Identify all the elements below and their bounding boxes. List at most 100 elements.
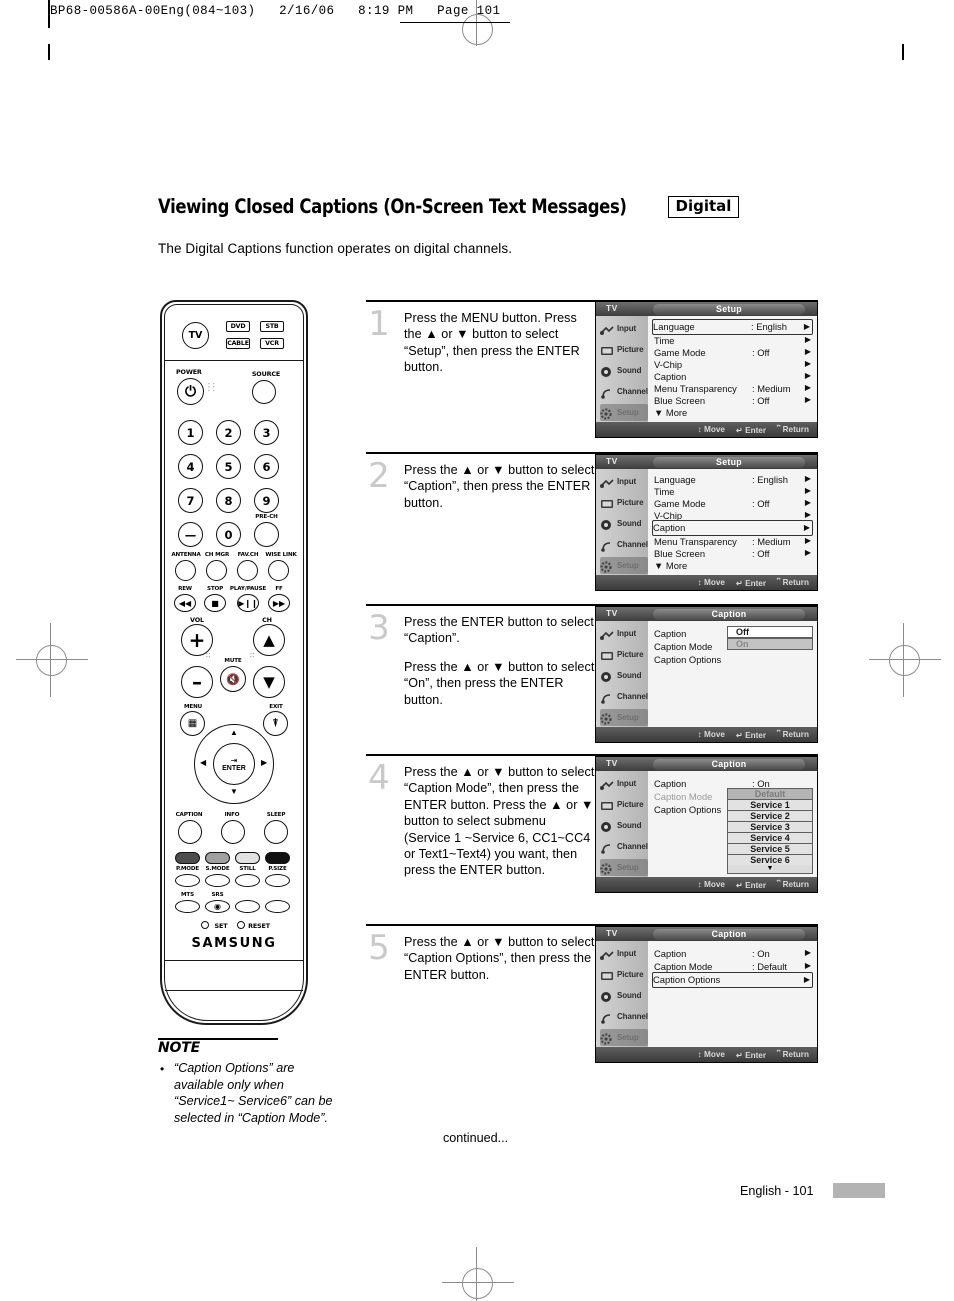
osd-sidebar-item-channel[interactable]: Channel [600, 688, 648, 705]
osd-row-language[interactable]: Language: English ▶ [652, 319, 813, 335]
remote-reset-button[interactable] [237, 921, 245, 929]
osd-sidebar-item-picture[interactable]: Picture [600, 646, 648, 663]
remote-psize-button[interactable] [265, 874, 290, 887]
remote-color-button-yellow[interactable] [235, 852, 260, 864]
osd-sidebar-item-setup[interactable]: Setup [600, 709, 648, 726]
remote-dpad-down-arrow[interactable]: ▼ [230, 788, 238, 796]
osd-option-service-6[interactable]: Service 6 [727, 854, 813, 866]
remote-caption-button[interactable] [178, 820, 202, 844]
remote-stop-button[interactable]: ■ [204, 594, 226, 612]
osd-sidebar-item-input[interactable]: Input [600, 625, 648, 642]
osd-sidebar-item-setup[interactable]: Setup [600, 404, 648, 421]
osd-row-transparency[interactable]: Menu Transparency: Medium ▶ [654, 535, 813, 547]
osd-sidebar-item-channel[interactable]: Channel [600, 536, 648, 553]
remote-num-3[interactable]: 3 [254, 420, 279, 445]
osd-sidebar-item-picture[interactable]: Picture [600, 966, 648, 983]
remote-prech-button[interactable] [254, 522, 279, 547]
osd-row-gamemode[interactable]: Game Mode: Off ▶ [654, 346, 813, 358]
osd-sidebar-item-sound[interactable]: Sound [600, 667, 648, 684]
osd-sidebar-item-channel[interactable]: Channel [600, 838, 648, 855]
remote-num-5[interactable]: 5 [216, 454, 241, 479]
remote-dvd-button[interactable]: DVD [226, 321, 250, 332]
osd-sidebar-item-setup[interactable]: Setup [600, 1029, 648, 1046]
remote-info-button[interactable] [221, 820, 245, 844]
osd-row-transparency[interactable]: Menu Transparency: Medium ▶ [654, 382, 813, 394]
remote-power-button[interactable]: ⏻ [177, 378, 204, 405]
remote-vcr-button[interactable]: VCR [260, 338, 284, 349]
osd-more-indicator[interactable]: ▼ More [654, 560, 687, 571]
remote-mts-button[interactable] [175, 900, 200, 913]
remote-num-8[interactable]: 8 [216, 488, 241, 513]
remote-mute-button[interactable]: 🔇 [220, 666, 246, 692]
remote-num-4[interactable]: 4 [178, 454, 203, 479]
osd-sidebar-item-sound[interactable]: Sound [600, 515, 648, 532]
osd-row-caption-mode[interactable]: Caption Mode: Default ▶ [654, 960, 813, 972]
osd-more-indicator[interactable]: ▼ More [654, 407, 687, 418]
osd-option-scroll-down-indicator[interactable]: ▼ [727, 865, 813, 874]
osd-row-time[interactable]: Time ▶ [654, 485, 813, 497]
osd-sidebar-item-picture[interactable]: Picture [600, 341, 648, 358]
osd-sidebar-item-sound[interactable]: Sound [600, 987, 648, 1004]
remote-source-button[interactable] [252, 380, 276, 404]
remote-num-1[interactable]: 1 [178, 420, 203, 445]
osd-option-service-1[interactable]: Service 1 [727, 799, 813, 811]
remote-set-button[interactable] [201, 921, 209, 929]
remote-tv-button[interactable]: TV [182, 322, 209, 349]
osd-sidebar-item-channel[interactable]: Channel [600, 1008, 648, 1025]
osd-row-vchip[interactable]: V-Chip ▶ [654, 358, 813, 370]
remote-sleep-button[interactable] [264, 820, 288, 844]
osd-row-language[interactable]: Language: English ▶ [654, 473, 813, 485]
remote-ff-button[interactable]: ▶▶ [268, 594, 290, 612]
remote-num-2[interactable]: 2 [216, 420, 241, 445]
remote-num-7[interactable]: 7 [178, 488, 203, 513]
remote-color-button-red[interactable] [175, 852, 200, 864]
remote-channel-up-button[interactable]: ▲ [253, 624, 285, 656]
remote-rew-button[interactable]: ◀◀ [174, 594, 196, 612]
remote-color-button-green[interactable] [205, 852, 230, 864]
osd-row-caption[interactable]: Caption: On ▶ [654, 947, 813, 959]
osd-option-service-4[interactable]: Service 4 [727, 832, 813, 844]
osd-sidebar-item-input[interactable]: Input [600, 775, 648, 792]
remote-playpause-button[interactable]: ▶❙❙ [237, 594, 259, 612]
osd-row-bluescreen[interactable]: Blue Screen: Off ▶ [654, 547, 813, 559]
osd-sidebar-item-sound[interactable]: Sound [600, 362, 648, 379]
osd-sidebar-item-sound[interactable]: Sound [600, 817, 648, 834]
remote-antenna-button[interactable] [175, 560, 196, 581]
remote-dash-button[interactable]: — [178, 522, 203, 547]
remote-num-9[interactable]: 9 [254, 488, 279, 513]
osd-option-service-2[interactable]: Service 2 [727, 810, 813, 822]
remote-pmode-button[interactable] [175, 874, 200, 887]
remote-num-6[interactable]: 6 [254, 454, 279, 479]
remote-menu-button[interactable]: ▦ [180, 711, 205, 736]
remote-num-0[interactable]: 0 [216, 522, 241, 547]
remote-stb-button[interactable]: STB [260, 321, 284, 332]
osd-option-service-3[interactable]: Service 3 [727, 821, 813, 833]
osd-row-caption[interactable]: Caption ▶ [654, 370, 813, 382]
remote-smode-button[interactable] [205, 874, 230, 887]
remote-enter-button[interactable]: ⇥ ENTER [213, 743, 255, 785]
osd-row-time[interactable]: Time ▶ [654, 334, 813, 346]
osd-sidebar-item-picture[interactable]: Picture [600, 796, 648, 813]
osd-option-default[interactable]: Default [727, 788, 813, 800]
osd-row-caption-options[interactable]: Caption Options [654, 653, 813, 665]
osd-row-bluescreen[interactable]: Blue Screen: Off ▶ [654, 394, 813, 406]
osd-sidebar-item-setup[interactable]: Setup [600, 557, 648, 574]
osd-sidebar-item-input[interactable]: Input [600, 320, 648, 337]
osd-sidebar-item-channel[interactable]: Channel [600, 383, 648, 400]
remote-dpad-left-arrow[interactable]: ◀ [200, 759, 206, 767]
remote-channel-down-button[interactable]: ▼ [253, 666, 285, 698]
remote-exit-button[interactable]: ⍒ [263, 711, 288, 736]
remote-dpad-right-arrow[interactable]: ▶ [261, 759, 267, 767]
remote-aux-button-1[interactable] [235, 900, 260, 913]
remote-cable-button[interactable]: CABLE [226, 338, 250, 349]
remote-dpad-up-arrow[interactable]: ▲ [230, 729, 238, 737]
remote-favch-button[interactable] [237, 560, 258, 581]
osd-row-caption-options[interactable]: Caption Options ▶ [652, 972, 813, 988]
remote-still-button[interactable] [235, 874, 260, 887]
remote-wiselink-button[interactable] [268, 560, 289, 581]
osd-option-service-5[interactable]: Service 5 [727, 843, 813, 855]
osd-row-caption[interactable]: Caption ▶ [652, 520, 813, 536]
osd-option-off[interactable]: Off [727, 626, 813, 638]
osd-sidebar-item-picture[interactable]: Picture [600, 494, 648, 511]
remote-srs-button[interactable]: ◉ [205, 900, 230, 913]
